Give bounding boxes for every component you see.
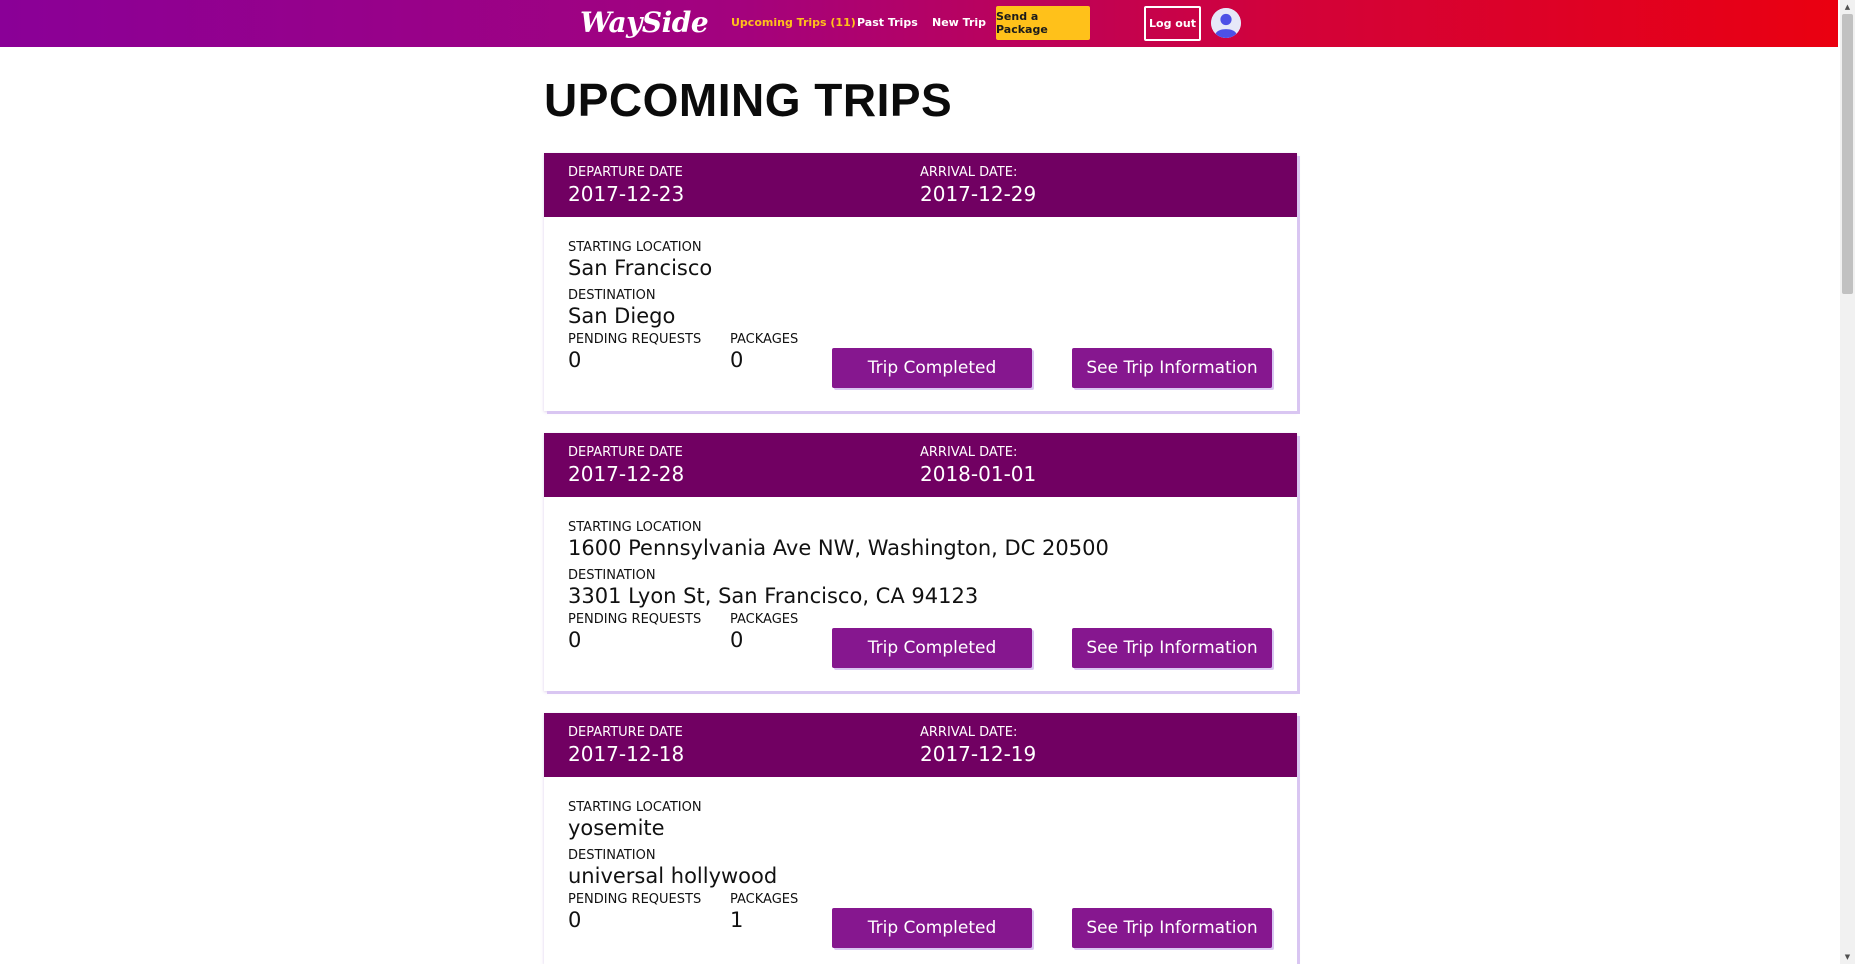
departure-date-label: DEPARTURE DATE [568,165,683,180]
see-trip-information-button[interactable]: See Trip Information [1072,348,1272,388]
destination-value: 3301 Lyon St, San Francisco, CA 94123 [568,584,979,608]
page-scrollbar[interactable]: ▲ ▼ [1840,0,1855,964]
trip-completed-button[interactable]: Trip Completed [832,348,1032,388]
starting-location-value: San Francisco [568,256,713,280]
packages-value: 1 [730,908,744,932]
nav-past-trips[interactable]: Past Trips [857,15,918,31]
trip-card-header: DEPARTURE DATE 2017-12-18 ARRIVAL DATE: … [544,713,1297,777]
destination-label: DESTINATION [568,848,656,863]
destination-value: universal hollywood [568,864,778,888]
trip-card-header: DEPARTURE DATE 2017-12-28 ARRIVAL DATE: … [544,433,1297,497]
departure-date-label: DEPARTURE DATE [568,445,683,460]
trip-card: DEPARTURE DATE 2017-12-18 ARRIVAL DATE: … [544,713,1297,964]
logout-button[interactable]: Log out [1144,6,1201,41]
destination-label: DESTINATION [568,568,656,583]
trip-card: DEPARTURE DATE 2017-12-23 ARRIVAL DATE: … [544,153,1297,411]
starting-location-label: STARTING LOCATION [568,520,702,535]
arrival-date-label: ARRIVAL DATE: [920,725,1018,740]
trip-card: DEPARTURE DATE 2017-12-28 ARRIVAL DATE: … [544,433,1297,691]
pending-requests-value: 0 [568,628,582,652]
packages-label: PACKAGES [730,612,799,627]
packages-value: 0 [730,348,744,372]
starting-location-value: yosemite [568,816,665,840]
starting-location-label: STARTING LOCATION [568,240,702,255]
arrival-date-label: ARRIVAL DATE: [920,165,1018,180]
starting-location-value: 1600 Pennsylvania Ave NW, Washington, DC… [568,536,1109,560]
top-navbar: WaySide Upcoming Trips (11) Past Trips N… [0,0,1838,47]
trip-card-header: DEPARTURE DATE 2017-12-23 ARRIVAL DATE: … [544,153,1297,217]
nav-new-trip[interactable]: New Trip [932,15,986,31]
arrival-date-value: 2017-12-19 [920,742,1037,766]
trip-card-body: STARTING LOCATION 1600 Pennsylvania Ave … [544,497,1297,691]
trip-completed-button[interactable]: Trip Completed [832,908,1032,948]
scrollbar-thumb[interactable] [1842,14,1853,294]
pending-requests-label: PENDING REQUESTS [568,892,702,907]
wayside-logo[interactable]: WaySide [580,4,709,42]
departure-date-value: 2017-12-23 [568,182,685,206]
arrival-date-value: 2017-12-29 [920,182,1037,206]
departure-date-label: DEPARTURE DATE [568,725,683,740]
pending-requests-label: PENDING REQUESTS [568,332,702,347]
pending-requests-value: 0 [568,908,582,932]
user-avatar-icon[interactable] [1211,8,1241,38]
pending-requests-value: 0 [568,348,582,372]
page-title: UPCOMING TRIPS [544,74,953,126]
see-trip-information-button[interactable]: See Trip Information [1072,628,1272,668]
departure-date-value: 2017-12-18 [568,742,685,766]
starting-location-label: STARTING LOCATION [568,800,702,815]
pending-requests-label: PENDING REQUESTS [568,612,702,627]
trip-completed-button[interactable]: Trip Completed [832,628,1032,668]
destination-value: San Diego [568,304,676,328]
arrival-date-label: ARRIVAL DATE: [920,445,1018,460]
scroll-down-arrow-icon[interactable]: ▼ [1840,950,1855,964]
destination-label: DESTINATION [568,288,656,303]
arrival-date-value: 2018-01-01 [920,462,1037,486]
send-package-button[interactable]: Send a Package [996,6,1090,40]
packages-value: 0 [730,628,744,652]
trip-card-body: STARTING LOCATION San Francisco DESTINAT… [544,217,1297,411]
packages-label: PACKAGES [730,892,799,907]
scroll-up-arrow-icon[interactable]: ▲ [1840,0,1855,14]
trip-card-body: STARTING LOCATION yosemite DESTINATION u… [544,777,1297,964]
nav-upcoming-trips[interactable]: Upcoming Trips (11) [731,15,856,31]
packages-label: PACKAGES [730,332,799,347]
departure-date-value: 2017-12-28 [568,462,685,486]
see-trip-information-button[interactable]: See Trip Information [1072,908,1272,948]
